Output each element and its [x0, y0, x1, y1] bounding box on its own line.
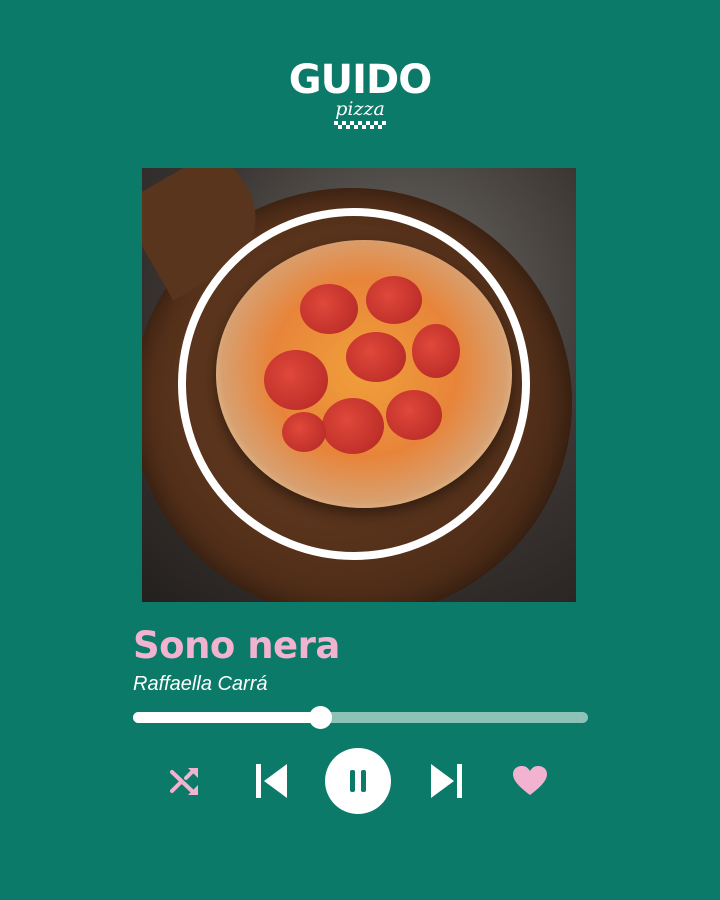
pause-icon	[350, 770, 366, 792]
progress-fill	[133, 712, 320, 723]
track-title: Sono nera	[133, 624, 340, 667]
track-artist: Raffaella Carrá	[133, 673, 268, 695]
progress-knob[interactable]	[308, 706, 332, 729]
album-artwork	[142, 168, 576, 602]
heart-icon	[513, 766, 547, 795]
previous-button[interactable]	[254, 762, 290, 800]
player-controls	[0, 748, 720, 814]
like-button[interactable]	[512, 765, 548, 797]
progress-bar[interactable]	[133, 706, 588, 729]
pause-button[interactable]	[325, 748, 391, 814]
checker-pattern-icon	[334, 121, 386, 129]
brand-sub: pizza	[335, 98, 385, 120]
shuffle-button[interactable]	[168, 764, 202, 798]
skip-previous-icon	[256, 764, 287, 798]
skip-next-icon	[431, 764, 462, 798]
brand-name: GUIDO	[288, 57, 432, 103]
next-button[interactable]	[428, 762, 464, 800]
album-ring	[178, 208, 530, 560]
brand-logo: GUIDO pizza	[0, 58, 720, 129]
shuffle-icon	[170, 768, 198, 795]
